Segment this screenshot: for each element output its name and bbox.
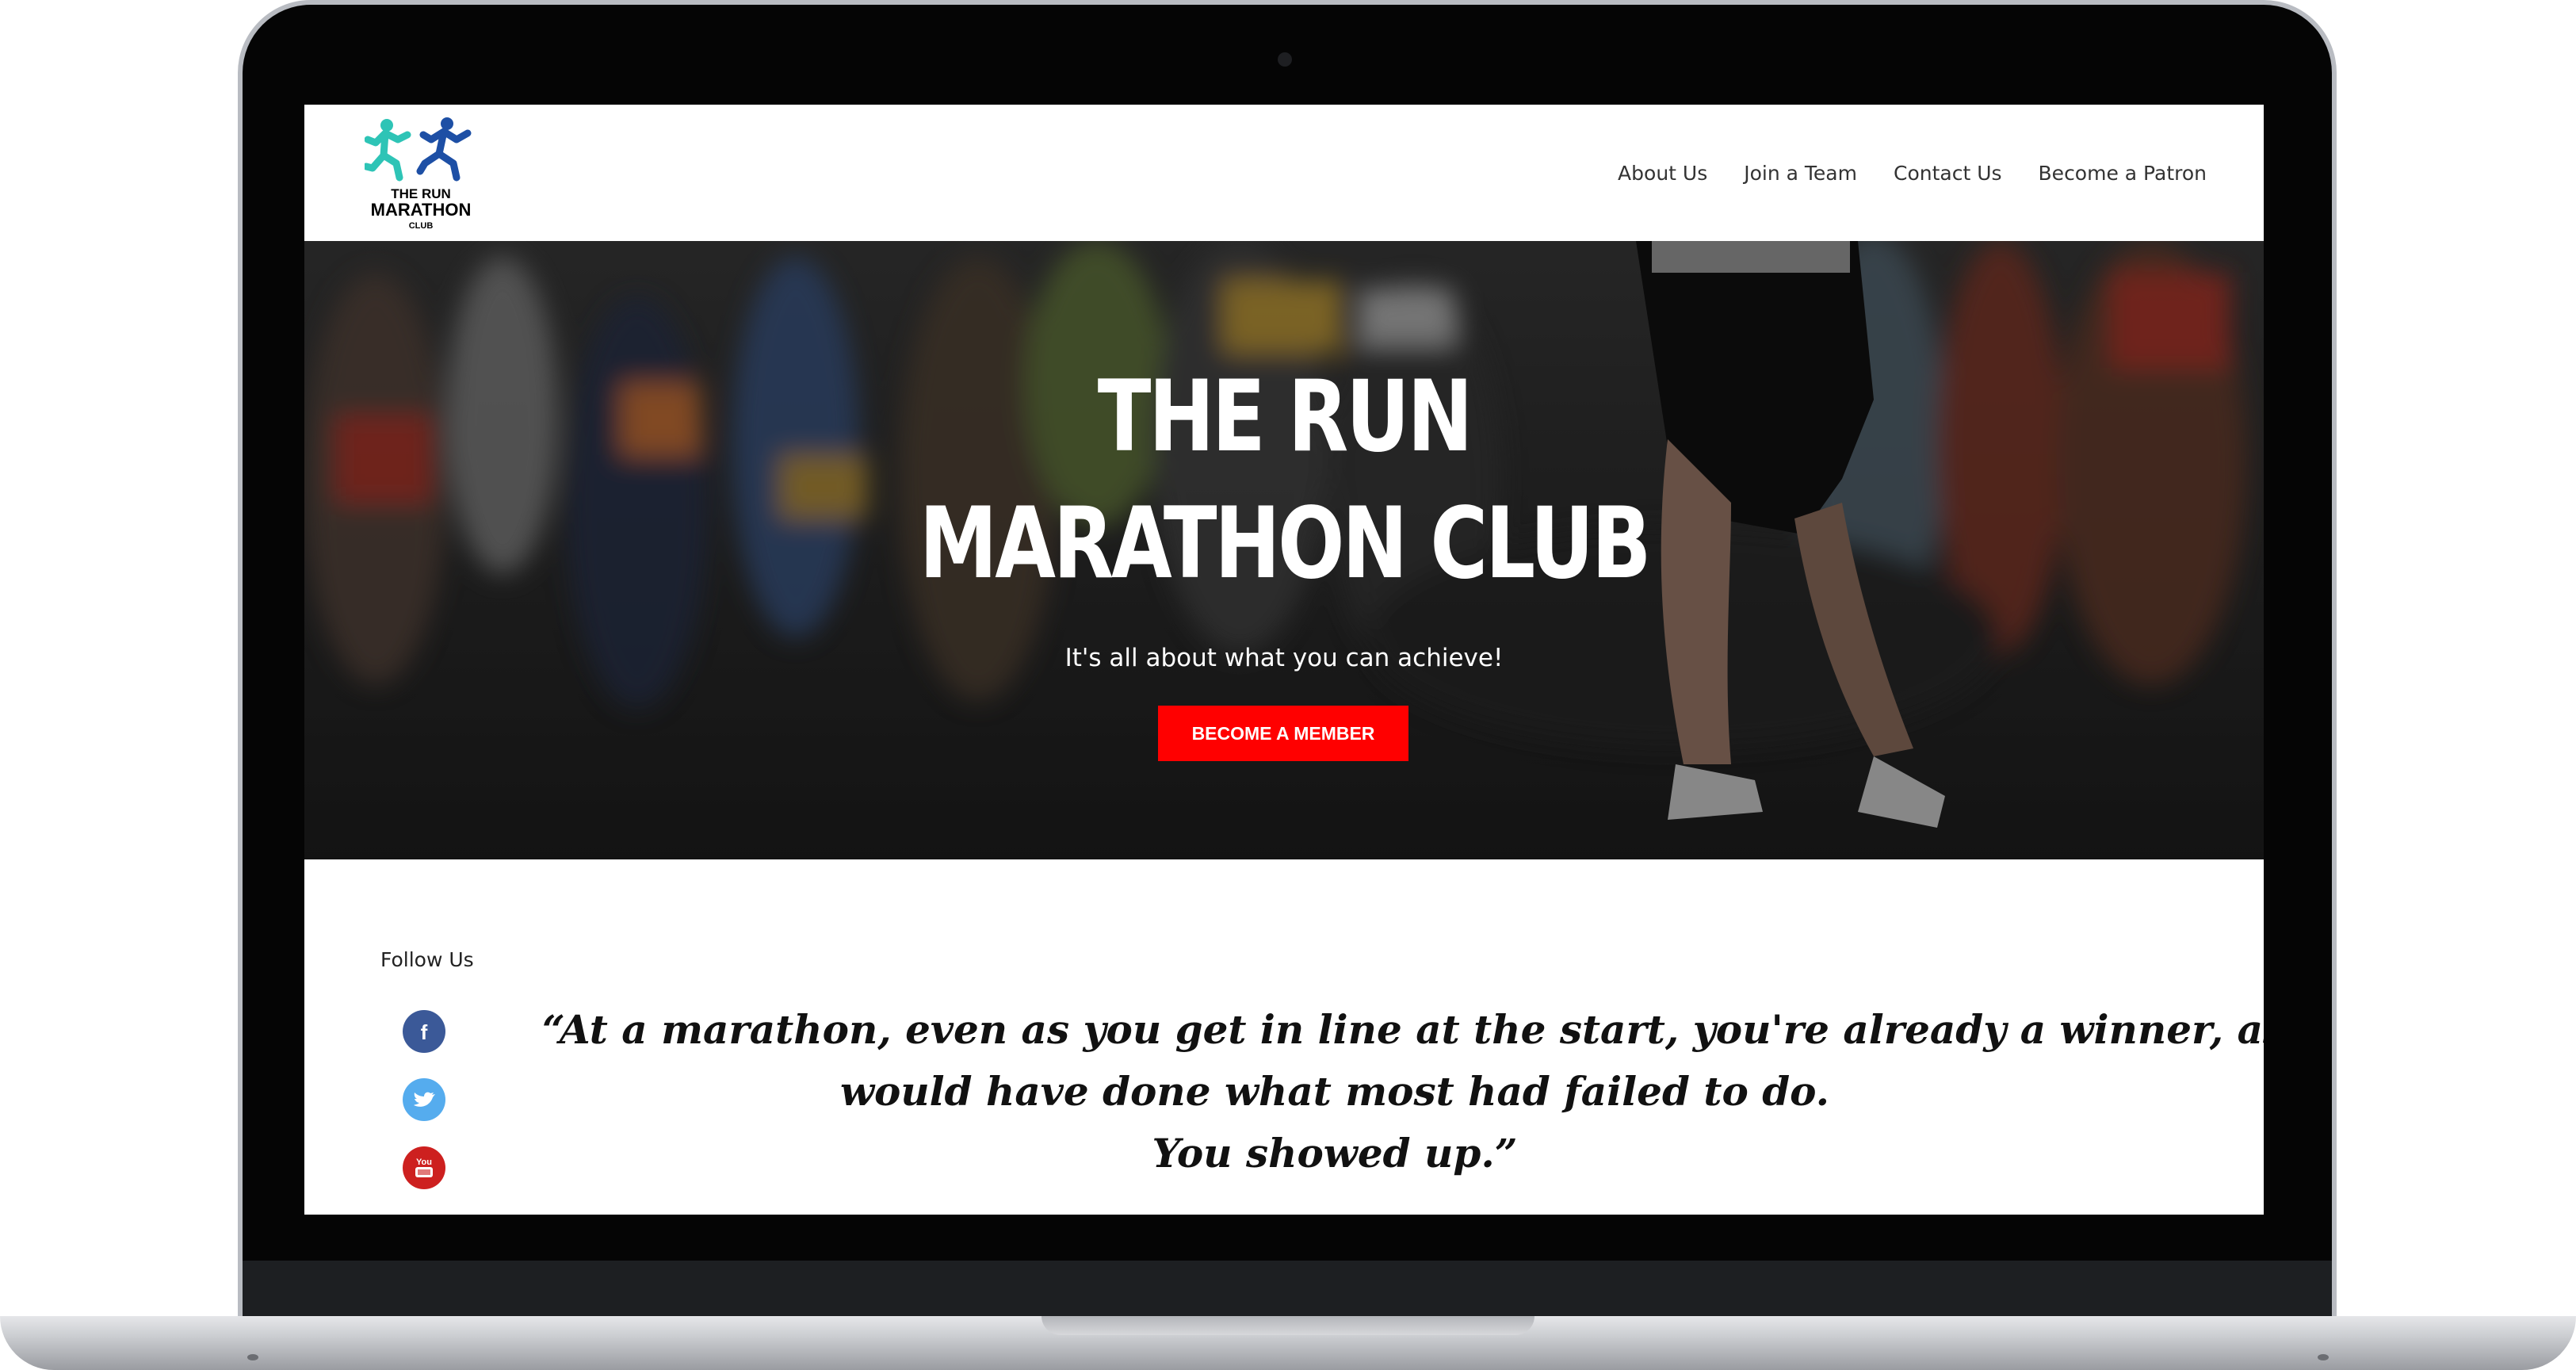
youtube-icon: You [415, 1158, 433, 1177]
svg-text:You: You [416, 1158, 432, 1167]
laptop-foot [2318, 1354, 2329, 1360]
svg-text:f: f [421, 1020, 428, 1044]
quote-line: You showed up.” [1152, 1130, 1518, 1177]
logo-text-line2: MARATHON [371, 200, 472, 220]
nav-about-us[interactable]: About Us [1618, 162, 1707, 185]
nav-become-a-patron[interactable]: Become a Patron [2039, 162, 2207, 185]
hero-title-line1: THE RUN [1097, 360, 1473, 474]
marathon-quote: “At a marathon, even as you get in line … [542, 999, 2264, 1184]
youtube-button[interactable]: You [403, 1146, 445, 1189]
hero-section: THE RUN MARATHON CLUB It's all about wha… [304, 241, 2264, 859]
site-header: THE RUN MARATHON CLUB About Us Join a Te… [304, 105, 2264, 241]
facebook-icon: f [421, 1020, 428, 1044]
follow-us-label: Follow Us [380, 948, 474, 971]
laptop-bezel [243, 1261, 2332, 1318]
hero-title-line2: MARATHON CLUB [919, 487, 1652, 601]
site-logo[interactable]: THE RUN MARATHON CLUB [365, 116, 477, 233]
facebook-button[interactable]: f [403, 1010, 445, 1053]
laptop-notch [1041, 1316, 1535, 1335]
runner-teal-icon [365, 119, 411, 182]
twitter-button[interactable] [403, 1078, 445, 1121]
logo-text-line3: CLUB [409, 221, 434, 231]
webcam-icon [1278, 52, 1292, 67]
become-member-button[interactable]: BECOME A MEMBER [1158, 706, 1408, 761]
nav-join-a-team[interactable]: Join a Team [1744, 162, 1857, 185]
nav-contact-us[interactable]: Contact Us [1894, 162, 2002, 185]
main-nav: About Us Join a Team Contact Us Become a… [1618, 162, 2207, 185]
twitter-icon [414, 1092, 435, 1107]
quote-line: would have done what most had failed to … [839, 1068, 1830, 1115]
runner-blue-icon [416, 117, 472, 182]
laptop-foot [247, 1354, 258, 1360]
hero-subtitle: It's all about what you can achieve! [1064, 644, 1504, 672]
quote-line: “At a marathon, even as you get in line … [542, 1006, 2264, 1053]
browser-viewport: THE RUN MARATHON CLUB About Us Join a Te… [304, 105, 2264, 1215]
